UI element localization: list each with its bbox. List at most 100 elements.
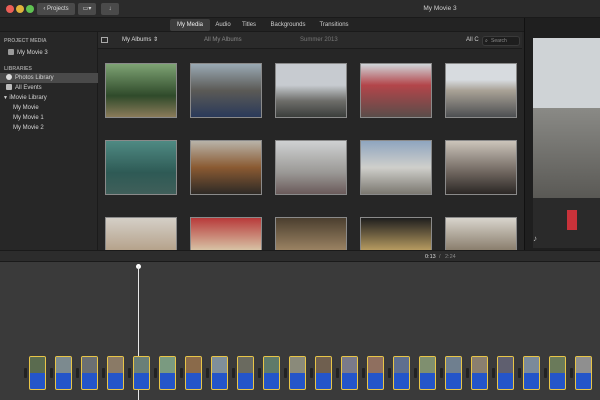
project-media-heading: PROJECT MEDIA xyxy=(4,38,47,44)
sidebar-toggle-icon[interactable] xyxy=(101,37,108,43)
tab-titles[interactable]: Titles xyxy=(238,19,260,31)
media-thumbnail[interactable] xyxy=(360,63,432,118)
clip-thumbnail xyxy=(342,357,357,373)
search-input[interactable]: ⌕ Search xyxy=(482,36,520,46)
timeline-clip[interactable] xyxy=(445,356,462,390)
transition-marker[interactable] xyxy=(102,368,105,378)
media-thumbnail[interactable] xyxy=(190,217,262,250)
timeline-clip[interactable] xyxy=(549,356,566,390)
close-window-button[interactable] xyxy=(6,5,14,13)
transition-marker[interactable] xyxy=(180,368,183,378)
tab-transitions[interactable]: Transitions xyxy=(316,19,352,31)
sidebar-item-my-movie-1[interactable]: My Movie 1 xyxy=(0,113,98,123)
projects-button[interactable]: ‹ Projects xyxy=(37,3,75,15)
timeline-clip[interactable] xyxy=(29,356,46,390)
clip-thumbnail xyxy=(238,357,253,373)
transition-marker[interactable] xyxy=(336,368,339,378)
albums-dropdown[interactable]: My Albums ⇕ xyxy=(122,32,158,49)
timeline-clip[interactable] xyxy=(237,356,254,390)
breadcrumb-summer-2013: Summer 2013 xyxy=(300,37,338,43)
transition-marker[interactable] xyxy=(388,368,391,378)
transition-marker[interactable] xyxy=(284,368,287,378)
tab-my-media[interactable]: My Media xyxy=(170,19,210,31)
viewer-preview-image xyxy=(533,38,600,248)
transition-marker[interactable] xyxy=(492,368,495,378)
clip-thumbnail xyxy=(186,357,201,373)
sidebar-item-my-movie[interactable]: My Movie xyxy=(0,103,98,113)
timeline-clip[interactable] xyxy=(471,356,488,390)
transition-marker[interactable] xyxy=(414,368,417,378)
import-button[interactable]: ↓ xyxy=(101,3,119,15)
transition-marker[interactable] xyxy=(518,368,521,378)
media-thumbnail[interactable] xyxy=(360,140,432,195)
transition-marker[interactable] xyxy=(128,368,131,378)
transition-marker[interactable] xyxy=(206,368,209,378)
media-thumbnail[interactable] xyxy=(105,217,177,250)
transition-marker[interactable] xyxy=(232,368,235,378)
timeline-clip[interactable] xyxy=(263,356,280,390)
minimize-window-button[interactable] xyxy=(16,5,24,13)
timeline-clip[interactable] xyxy=(419,356,436,390)
viewer-panel: ♪ xyxy=(524,18,600,250)
timeline-clip[interactable] xyxy=(315,356,332,390)
microphone-icon[interactable]: ♪ xyxy=(533,234,537,243)
media-thumbnail[interactable] xyxy=(445,63,517,118)
timeline-clip[interactable] xyxy=(55,356,72,390)
clip-thumbnail xyxy=(264,357,279,373)
transition-marker[interactable] xyxy=(362,368,365,378)
transition-marker[interactable] xyxy=(310,368,313,378)
transition-marker[interactable] xyxy=(76,368,79,378)
timeline-clip[interactable] xyxy=(133,356,150,390)
media-thumbnail[interactable] xyxy=(360,217,432,250)
timeline-clip[interactable] xyxy=(159,356,176,390)
fullscreen-window-button[interactable] xyxy=(26,5,34,13)
filter-dropdown[interactable]: All C xyxy=(466,32,479,49)
sidebar-item-my-movie-3[interactable]: My Movie 3 xyxy=(0,48,98,58)
libraries-heading: LIBRARIES xyxy=(4,66,32,72)
timeline-clip[interactable] xyxy=(523,356,540,390)
media-thumbnail[interactable] xyxy=(190,63,262,118)
media-thumbnail[interactable] xyxy=(275,63,347,118)
clip-thumbnail xyxy=(394,357,409,373)
sidebar-item-photos-library[interactable]: Photos Library xyxy=(0,73,98,83)
timeline-clip[interactable] xyxy=(289,356,306,390)
timeline-clip[interactable] xyxy=(107,356,124,390)
transition-marker[interactable] xyxy=(154,368,157,378)
timeline-clip[interactable] xyxy=(81,356,98,390)
window-title: My Movie 3 xyxy=(423,5,457,12)
transition-marker[interactable] xyxy=(570,368,573,378)
breadcrumb-all-albums[interactable]: All My Albums xyxy=(204,32,242,49)
media-tabs-bar: My Media Audio Titles Backgrounds Transi… xyxy=(0,18,600,32)
timeline-clip[interactable] xyxy=(367,356,384,390)
media-thumbnail[interactable] xyxy=(190,140,262,195)
media-thumbnail[interactable] xyxy=(275,140,347,195)
timeline-clip[interactable] xyxy=(575,356,592,390)
media-thumbnail[interactable] xyxy=(445,217,517,250)
media-thumbnail[interactable] xyxy=(105,63,177,118)
timeline-clip[interactable] xyxy=(497,356,514,390)
transition-marker[interactable] xyxy=(50,368,53,378)
transition-marker[interactable] xyxy=(466,368,469,378)
transition-marker[interactable] xyxy=(258,368,261,378)
media-thumbnail[interactable] xyxy=(275,217,347,250)
sidebar-item-my-movie-2[interactable]: My Movie 2 xyxy=(0,123,98,133)
transition-marker[interactable] xyxy=(440,368,443,378)
timeline-clip[interactable] xyxy=(185,356,202,390)
updown-chevron-icon: ⇕ xyxy=(153,37,159,43)
media-thumbnail[interactable] xyxy=(445,140,517,195)
sidebar-item-imovie-library[interactable]: ▼ iMovie Library xyxy=(0,93,98,103)
timeline-clip[interactable] xyxy=(211,356,228,390)
movie-icon xyxy=(8,49,14,56)
timeline-clip[interactable] xyxy=(393,356,410,390)
transition-marker[interactable] xyxy=(544,368,547,378)
clip-thumbnail xyxy=(576,357,591,373)
media-thumbnail[interactable] xyxy=(105,140,177,195)
clip-thumbnail xyxy=(108,357,123,373)
tab-backgrounds[interactable]: Backgrounds xyxy=(265,19,311,31)
tab-audio[interactable]: Audio xyxy=(212,19,234,31)
transition-marker[interactable] xyxy=(24,368,27,378)
sidebar-item-all-events[interactable]: All Events xyxy=(0,83,98,93)
clip-thumbnail xyxy=(56,357,71,373)
import-menu-button[interactable]: ▭▾ xyxy=(78,3,96,15)
timeline-clip[interactable] xyxy=(341,356,358,390)
